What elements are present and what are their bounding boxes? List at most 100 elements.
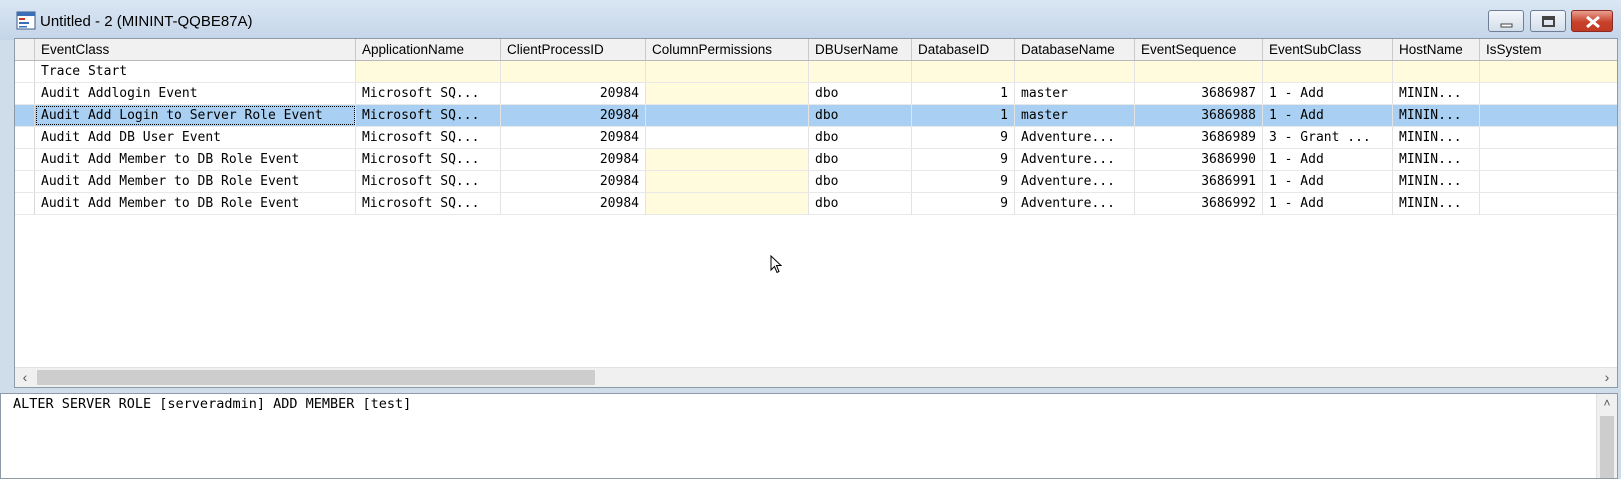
cell-columnpermissions[interactable] <box>646 193 809 214</box>
column-header-dbusername[interactable]: DBUserName <box>809 39 912 60</box>
cell-issystem[interactable] <box>1480 127 1617 148</box>
cell-eventclass[interactable]: Trace Start <box>35 61 356 82</box>
cell-eventclass[interactable]: Audit Add Login to Server Role Event <box>35 105 356 126</box>
close-button[interactable] <box>1571 10 1613 32</box>
cell-eventsequence[interactable]: 3686990 <box>1135 149 1263 170</box>
column-header-databaseid[interactable]: DatabaseID <box>912 39 1015 60</box>
cell-hostname[interactable]: MININ... <box>1393 149 1480 170</box>
horizontal-scrollbar[interactable]: ‹ › <box>15 367 1617 387</box>
cell-databaseid[interactable]: 1 <box>912 105 1015 126</box>
event-text-content[interactable]: ALTER SERVER ROLE [serveradmin] ADD MEMB… <box>13 396 411 412</box>
cell-databaseid[interactable]: 1 <box>912 83 1015 104</box>
table-row[interactable]: Audit Add DB User Event Microsoft SQ... 20… <box>15 127 1617 149</box>
cell-databaseid[interactable]: 9 <box>912 127 1015 148</box>
cell-dbusername[interactable]: dbo <box>809 83 912 104</box>
vertical-scrollbar[interactable]: ˄ <box>1596 394 1617 478</box>
cell-clientprocessid[interactable] <box>501 61 646 82</box>
cell-eventsubclass[interactable]: 1 - Add <box>1263 193 1393 214</box>
column-header-issystem[interactable]: IsSystem <box>1480 39 1617 60</box>
cell-dbusername[interactable] <box>809 61 912 82</box>
cell-applicationname[interactable]: Microsoft SQ... <box>356 149 501 170</box>
cell-eventsubclass[interactable]: 1 - Add <box>1263 149 1393 170</box>
cell-databaseid[interactable]: 9 <box>912 171 1015 192</box>
row-selector[interactable] <box>15 61 35 82</box>
cell-dbusername[interactable]: dbo <box>809 171 912 192</box>
cell-hostname[interactable]: MININ... <box>1393 105 1480 126</box>
cell-applicationname[interactable] <box>356 61 501 82</box>
cell-dbusername[interactable]: dbo <box>809 149 912 170</box>
maximize-button[interactable] <box>1530 10 1566 32</box>
cell-databaseid[interactable]: 9 <box>912 193 1015 214</box>
table-row[interactable]: Audit Add Member to DB Role Event Microso… <box>15 149 1617 171</box>
cell-applicationname[interactable]: Microsoft SQ... <box>356 83 501 104</box>
row-selector[interactable] <box>15 193 35 214</box>
column-header-columnpermissions[interactable]: ColumnPermissions <box>646 39 809 60</box>
cell-clientprocessid[interactable]: 20984 <box>501 171 646 192</box>
table-row[interactable]: Trace Start <box>15 61 1617 83</box>
cell-clientprocessid[interactable]: 20984 <box>501 127 646 148</box>
cell-eventsequence[interactable]: 3686989 <box>1135 127 1263 148</box>
cell-hostname[interactable]: MININ... <box>1393 83 1480 104</box>
cell-databasename[interactable] <box>1015 61 1135 82</box>
scroll-up-icon[interactable]: ˄ <box>1597 396 1617 410</box>
cell-clientprocessid[interactable]: 20984 <box>501 149 646 170</box>
scrollbar-thumb[interactable] <box>37 370 595 385</box>
cell-databasename[interactable]: master <box>1015 105 1135 126</box>
column-header-clientprocessid[interactable]: ClientProcessID <box>501 39 646 60</box>
cell-dbusername[interactable]: dbo <box>809 193 912 214</box>
row-selector[interactable] <box>15 171 35 192</box>
cell-issystem[interactable] <box>1480 171 1617 192</box>
column-header-eventsubclass[interactable]: EventSubClass <box>1263 39 1393 60</box>
table-row[interactable]: Audit Addlogin Event Microsoft SQ... 20984… <box>15 83 1617 105</box>
scroll-right-icon[interactable]: › <box>1597 368 1617 387</box>
cell-eventsubclass[interactable]: 1 - Add <box>1263 105 1393 126</box>
cell-eventsubclass[interactable]: 3 - Grant ... <box>1263 127 1393 148</box>
column-header-applicationname[interactable]: ApplicationName <box>356 39 501 60</box>
cell-issystem[interactable] <box>1480 149 1617 170</box>
cell-eventsequence[interactable] <box>1135 61 1263 82</box>
cell-applicationname[interactable]: Microsoft SQ... <box>356 171 501 192</box>
cell-hostname[interactable]: MININ... <box>1393 171 1480 192</box>
cell-issystem[interactable] <box>1480 105 1617 126</box>
column-header-databasename[interactable]: DatabaseName <box>1015 39 1135 60</box>
scroll-left-icon[interactable]: ‹ <box>15 368 35 387</box>
cell-applicationname[interactable]: Microsoft SQ... <box>356 105 501 126</box>
cell-columnpermissions[interactable] <box>646 61 809 82</box>
cell-hostname[interactable]: MININ... <box>1393 127 1480 148</box>
cell-eventclass[interactable]: Audit Add Member to DB Role Event <box>35 193 356 214</box>
cell-hostname[interactable]: MININ... <box>1393 193 1480 214</box>
cell-columnpermissions[interactable] <box>646 171 809 192</box>
cell-eventsequence[interactable]: 3686991 <box>1135 171 1263 192</box>
title-bar[interactable]: Untitled - 2 (MININT-QQBE87A) <box>0 0 1621 40</box>
cell-issystem[interactable] <box>1480 61 1617 82</box>
cell-applicationname[interactable]: Microsoft SQ... <box>356 127 501 148</box>
cell-eventsubclass[interactable]: 1 - Add <box>1263 83 1393 104</box>
cell-databasename[interactable]: Adventure... <box>1015 193 1135 214</box>
cell-eventclass[interactable]: Audit Addlogin Event <box>35 83 356 104</box>
cell-databasename[interactable]: Adventure... <box>1015 171 1135 192</box>
cell-columnpermissions[interactable] <box>646 149 809 170</box>
event-text-pane[interactable]: ALTER SERVER ROLE [serveradmin] ADD MEMB… <box>0 393 1618 479</box>
cell-columnpermissions[interactable] <box>646 127 809 148</box>
cell-eventsequence[interactable]: 3686987 <box>1135 83 1263 104</box>
row-selector[interactable] <box>15 105 35 126</box>
table-row[interactable]: Audit Add Member to DB Role Event Microso… <box>15 193 1617 215</box>
cell-clientprocessid[interactable]: 20984 <box>501 193 646 214</box>
cell-databasename[interactable]: Adventure... <box>1015 149 1135 170</box>
cell-eventsubclass[interactable]: 1 - Add <box>1263 171 1393 192</box>
vertical-scrollbar-thumb[interactable] <box>1600 416 1614 478</box>
cell-eventsequence[interactable]: 3686992 <box>1135 193 1263 214</box>
row-selector[interactable] <box>15 149 35 170</box>
cell-eventclass[interactable]: Audit Add Member to DB Role Event <box>35 171 356 192</box>
cell-clientprocessid[interactable]: 20984 <box>501 83 646 104</box>
cell-databasename[interactable]: Adventure... <box>1015 127 1135 148</box>
cell-issystem[interactable] <box>1480 193 1617 214</box>
cell-eventsubclass[interactable] <box>1263 61 1393 82</box>
cell-databaseid[interactable]: 9 <box>912 149 1015 170</box>
column-header-hostname[interactable]: HostName <box>1393 39 1480 60</box>
cell-eventclass[interactable]: Audit Add DB User Event <box>35 127 356 148</box>
cell-issystem[interactable] <box>1480 83 1617 104</box>
table-row[interactable]: Audit Add Login to Server Role Event Micr… <box>15 105 1617 127</box>
cell-dbusername[interactable]: dbo <box>809 105 912 126</box>
cell-eventclass[interactable]: Audit Add Member to DB Role Event <box>35 149 356 170</box>
